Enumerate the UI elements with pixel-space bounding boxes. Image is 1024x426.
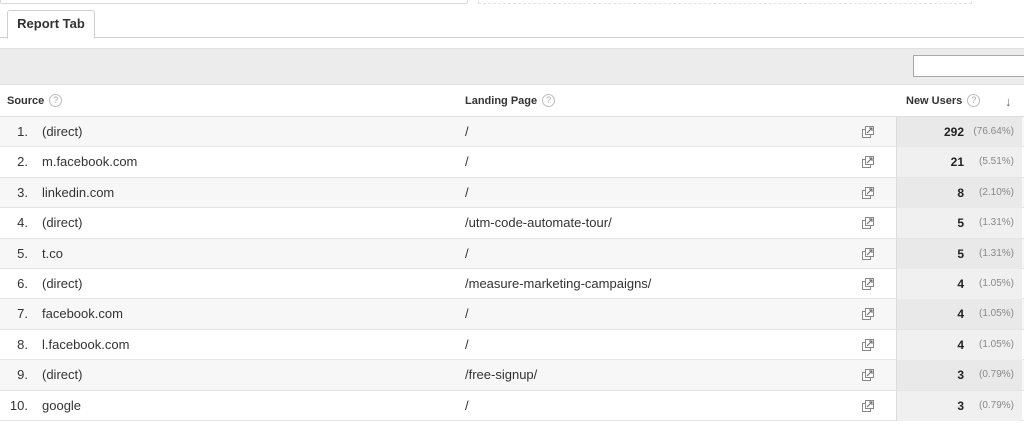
new-users-percent: (1.31%)	[978, 217, 1014, 229]
filter-input[interactable]	[913, 55, 1024, 77]
new-users-cell: 4 (1.05%)	[896, 269, 1022, 299]
new-users-value: 8	[957, 185, 964, 200]
top-control-right[interactable]	[478, 0, 972, 4]
source-cell[interactable]: (direct)	[42, 360, 82, 390]
landing-page-cell[interactable]: /free-signup/	[465, 360, 537, 390]
source-cell[interactable]: google	[42, 391, 81, 421]
sort-descending-icon[interactable]: ↓	[1005, 86, 1012, 117]
table-toolbar	[0, 48, 1024, 85]
row-number: 3.	[17, 184, 28, 200]
row-number: 1.	[17, 124, 28, 139]
tab-report[interactable]: Report Tab	[7, 10, 95, 39]
new-users-cell: 5 (1.31%)	[896, 208, 1022, 239]
table-row[interactable]: 3. linkedin.com / 8 (2.10%)	[0, 177, 1024, 209]
source-cell[interactable]: (direct)	[42, 269, 82, 299]
new-users-percent: (1.31%)	[978, 247, 1014, 259]
new-users-value: 4	[957, 337, 964, 352]
column-header-source-label: Source	[7, 95, 45, 107]
table-row[interactable]: 1. (direct) / 292 (76.64%)	[0, 117, 1024, 148]
external-link-icon[interactable]	[862, 126, 874, 138]
external-link-icon[interactable]	[862, 278, 874, 290]
help-icon[interactable]: ?	[542, 94, 556, 107]
new-users-value: 3	[957, 398, 964, 413]
new-users-cell: 21 (5.51%)	[896, 147, 1022, 178]
new-users-percent: (1.05%)	[978, 278, 1014, 289]
new-users-percent: (76.64%)	[973, 126, 1014, 137]
external-link-icon[interactable]	[862, 308, 874, 321]
new-users-value: 3	[957, 368, 964, 383]
row-number: 7.	[17, 306, 28, 322]
new-users-cell: 8 (2.10%)	[896, 177, 1022, 208]
source-cell[interactable]: linkedin.com	[42, 178, 114, 208]
table-row[interactable]: 5. t.co / 5 (1.31%)	[0, 238, 1024, 269]
new-users-cell: 3 (0.79%)	[896, 390, 1022, 421]
new-users-value: 292	[943, 125, 964, 139]
new-users-percent: (1.05%)	[978, 308, 1014, 320]
landing-page-cell[interactable]: /measure-marketing-campaigns/	[465, 269, 651, 299]
external-link-icon[interactable]	[862, 186, 874, 199]
row-number: 5.	[17, 245, 28, 261]
landing-page-cell[interactable]: /	[465, 117, 469, 147]
row-number: 8.	[17, 336, 28, 352]
table-row[interactable]: 6. (direct) /measure-marketing-campaigns…	[0, 269, 1024, 300]
table-row[interactable]: 8. l.facebook.com / 4 (1.05%)	[0, 329, 1024, 361]
table-row[interactable]: 4. (direct) /utm-code-automate-tour/ 5 (…	[0, 208, 1024, 239]
new-users-percent: (2.10%)	[978, 186, 1014, 198]
external-link-icon[interactable]	[862, 217, 874, 230]
table-header: Source? Landing Page? New Users? ↓	[0, 86, 1024, 117]
column-header-landing-page[interactable]: Landing Page?	[465, 86, 556, 117]
source-cell[interactable]: (direct)	[42, 208, 82, 238]
landing-page-cell[interactable]: /	[465, 178, 469, 208]
table-row[interactable]: 10. google / 3 (0.79%)	[0, 390, 1024, 421]
landing-page-cell[interactable]: /	[465, 330, 469, 360]
source-cell[interactable]: facebook.com	[42, 299, 123, 329]
new-users-cell: 292 (76.64%)	[896, 117, 1022, 147]
new-users-cell: 4 (1.05%)	[896, 329, 1022, 360]
row-number: 9.	[17, 367, 28, 383]
table-row[interactable]: 2. m.facebook.com / 21 (5.51%)	[0, 147, 1024, 178]
new-users-cell: 5 (1.31%)	[896, 238, 1022, 269]
column-header-new-users[interactable]: New Users?	[906, 86, 981, 117]
column-header-source[interactable]: Source?	[7, 86, 63, 117]
landing-page-cell[interactable]: /utm-code-automate-tour/	[465, 208, 612, 238]
new-users-value: 4	[957, 307, 964, 322]
landing-page-cell[interactable]: /	[465, 391, 469, 421]
external-link-icon[interactable]	[862, 369, 874, 382]
row-number: 2.	[17, 154, 28, 170]
source-cell[interactable]: l.facebook.com	[42, 330, 129, 360]
new-users-value: 21	[950, 155, 964, 170]
source-cell[interactable]: (direct)	[42, 117, 82, 147]
row-number: 10.	[9, 397, 28, 413]
landing-page-cell[interactable]: /	[465, 239, 469, 269]
new-users-value: 5	[957, 216, 964, 231]
external-link-icon[interactable]	[862, 338, 874, 351]
new-users-percent: (0.79%)	[978, 399, 1014, 411]
landing-page-cell[interactable]: /	[465, 299, 469, 329]
table-row[interactable]: 7. facebook.com / 4 (1.05%)	[0, 299, 1024, 330]
landing-page-cell[interactable]: /	[465, 147, 469, 177]
row-number: 6.	[17, 276, 28, 291]
help-icon[interactable]: ?	[49, 94, 63, 107]
external-link-icon[interactable]	[862, 247, 874, 260]
row-number: 4.	[17, 215, 28, 231]
tab-bar: Report Tab	[0, 6, 1024, 39]
new-users-cell: 3 (0.79%)	[896, 360, 1022, 391]
new-users-percent: (1.05%)	[978, 338, 1014, 350]
external-link-icon[interactable]	[862, 399, 874, 412]
column-header-new-users-label: New Users	[906, 95, 963, 107]
external-link-icon[interactable]	[862, 156, 874, 169]
new-users-percent: (0.79%)	[978, 369, 1014, 381]
new-users-cell: 4 (1.05%)	[896, 299, 1022, 330]
source-cell[interactable]: m.facebook.com	[42, 147, 137, 177]
top-control-left[interactable]	[0, 0, 468, 4]
new-users-value: 5	[957, 246, 964, 261]
help-icon[interactable]: ?	[967, 94, 981, 107]
new-users-percent: (5.51%)	[978, 156, 1014, 168]
table-row[interactable]: 9. (direct) /free-signup/ 3 (0.79%)	[0, 360, 1024, 391]
source-cell[interactable]: t.co	[42, 239, 63, 269]
new-users-value: 4	[957, 277, 964, 291]
column-header-landing-page-label: Landing Page	[465, 95, 538, 107]
